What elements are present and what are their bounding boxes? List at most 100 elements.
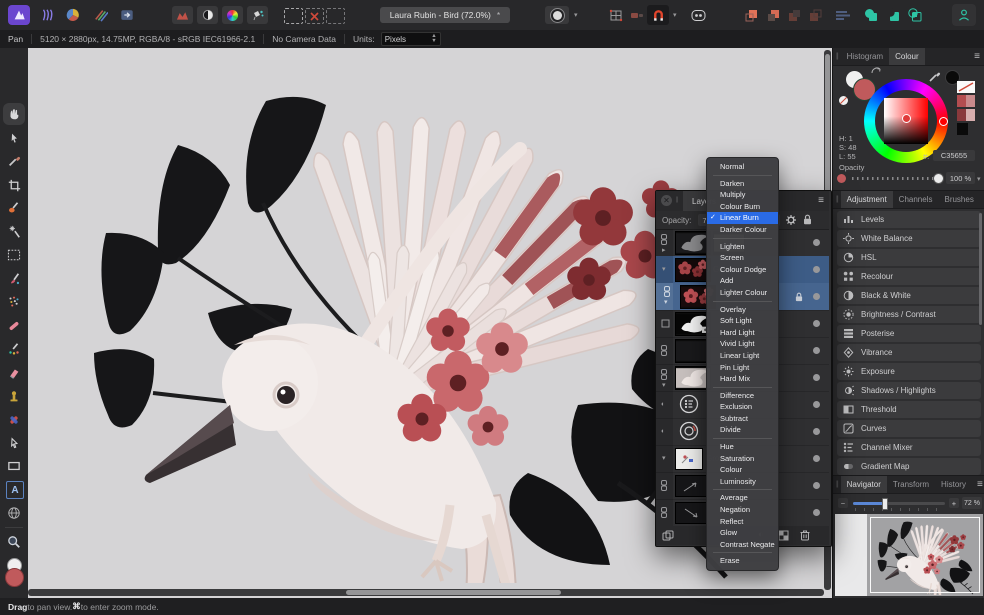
- layer-visibility-toggle[interactable]: [813, 293, 820, 300]
- adjustment-levels[interactable]: Levels: [837, 211, 981, 228]
- view-tool-icon[interactable]: [6, 106, 22, 122]
- tab-histogram[interactable]: Histogram: [841, 48, 889, 65]
- link-icon[interactable]: [660, 369, 668, 380]
- menu-item-hard-mix[interactable]: Hard Mix: [707, 373, 778, 385]
- adjustment-shadows-highlights[interactable]: Shadows / Highlights: [837, 382, 981, 399]
- adjustment-vibrance[interactable]: Vibrance: [837, 344, 981, 361]
- geometry-add-icon[interactable]: [861, 5, 881, 25]
- menu-item-lighten[interactable]: Lighten: [707, 241, 778, 253]
- layer-visibility-toggle[interactable]: [813, 266, 820, 273]
- deselect-icon[interactable]: [305, 8, 324, 24]
- opacity-slider[interactable]: [852, 177, 936, 180]
- hex-field[interactable]: C35655: [933, 150, 975, 161]
- auto-levels-icon[interactable]: [172, 6, 193, 24]
- swatch-dark-red[interactable]: [957, 109, 966, 121]
- assistant-icon[interactable]: [688, 5, 708, 25]
- tab-stock[interactable]: Stock: [980, 191, 984, 208]
- selection-marquee-icon[interactable]: [284, 8, 303, 24]
- zoom-out-button[interactable]: −: [838, 498, 848, 508]
- colour-picker-icon[interactable]: [929, 70, 941, 82]
- horizontal-scroll-thumb[interactable]: [346, 590, 561, 595]
- tab-adjustment[interactable]: Adjustment: [840, 191, 893, 208]
- tab-transform[interactable]: Transform: [887, 476, 935, 493]
- auto-white-balance-icon[interactable]: [247, 6, 268, 24]
- menu-item-difference[interactable]: Difference: [707, 390, 778, 402]
- link-icon[interactable]: [660, 507, 668, 518]
- colour-replacement-brush-tool-icon[interactable]: [6, 341, 22, 357]
- zoom-tool-icon[interactable]: [6, 534, 22, 550]
- layer-visibility-toggle[interactable]: [813, 374, 820, 381]
- link-icon[interactable]: [663, 286, 671, 297]
- pixel-tool-icon[interactable]: [6, 294, 22, 310]
- menu-item-linear-burn[interactable]: ✓ Linear Burn: [707, 212, 778, 224]
- chevron-down-icon[interactable]: ▾: [662, 266, 666, 273]
- adjustment-threshold[interactable]: Threshold: [837, 401, 981, 418]
- link-icon[interactable]: [660, 234, 668, 245]
- paint-brush-tool-icon[interactable]: [6, 271, 22, 287]
- tab-navigator[interactable]: Navigator: [840, 476, 887, 493]
- swatch-none[interactable]: [957, 81, 975, 93]
- menu-item-hue[interactable]: Hue: [707, 441, 778, 453]
- adjustment-exposure[interactable]: Exposure: [837, 363, 981, 380]
- adjustment-white-balance[interactable]: White Balance: [837, 230, 981, 247]
- auto-colours-icon[interactable]: [222, 6, 243, 24]
- export-persona-icon[interactable]: [116, 5, 138, 25]
- rectangle-tool-icon[interactable]: [6, 458, 22, 474]
- hue-marker[interactable]: [939, 117, 948, 126]
- layer-thumbnail[interactable]: [675, 502, 707, 524]
- checkbox-icon[interactable]: [661, 319, 670, 328]
- sl-marker[interactable]: [902, 114, 911, 123]
- chevron-right-icon[interactable]: ▸: [662, 247, 666, 254]
- adjustment-layer-icon[interactable]: [679, 394, 699, 414]
- menu-item-pin-light[interactable]: Pin Light: [707, 362, 778, 374]
- arrange-to-back-icon[interactable]: [806, 6, 824, 24]
- menu-item-contrast-negate[interactable]: Contrast Negate: [707, 539, 778, 551]
- link-icon[interactable]: [660, 345, 668, 356]
- zoom-in-button[interactable]: +: [949, 498, 959, 508]
- units-select[interactable]: Pixels ▲ ▼: [380, 32, 441, 46]
- delete-layer-icon[interactable]: [800, 529, 810, 541]
- panel-drag-handle[interactable]: ||: [676, 197, 678, 203]
- menu-item-luminosity[interactable]: Luminosity: [707, 476, 778, 488]
- no-colour-swatch[interactable]: [839, 96, 848, 105]
- menu-item-overlay[interactable]: Overlay: [707, 304, 778, 316]
- snapping-magnet-button[interactable]: [647, 5, 669, 25]
- menu-item-glow[interactable]: Glow: [707, 527, 778, 539]
- panel-drag-handle[interactable]: ||: [833, 53, 841, 60]
- adjustment-black-white[interactable]: Black & White: [837, 287, 981, 304]
- menu-item-subtract[interactable]: Subtract: [707, 413, 778, 425]
- document-tab[interactable]: Laura Rubin - Bird (72.0%) *: [380, 7, 510, 23]
- snapping-presets-icon[interactable]: [629, 8, 645, 22]
- flood-select-tool-icon[interactable]: [6, 224, 22, 240]
- arrange-to-front-icon[interactable]: [742, 6, 760, 24]
- layer-visibility-toggle[interactable]: [813, 455, 820, 462]
- clone-stamp-tool-icon[interactable]: [6, 388, 22, 404]
- horizontal-scrollbar[interactable]: [28, 589, 824, 596]
- adjustment-layer-icon[interactable]: [679, 421, 699, 441]
- opacity-value[interactable]: 100 %: [946, 172, 975, 184]
- node-tool-icon[interactable]: [6, 435, 22, 451]
- move-tool-icon[interactable]: [6, 130, 22, 146]
- swatch-rose[interactable]: [966, 95, 975, 107]
- rotate-grid-icon[interactable]: [607, 6, 625, 24]
- view-mode-button[interactable]: [545, 6, 569, 24]
- menu-item-saturation[interactable]: Saturation: [707, 453, 778, 465]
- menu-item-normal[interactable]: Normal: [707, 161, 778, 173]
- auto-contrast-icon[interactable]: [197, 6, 218, 24]
- selection-brush-tool-icon[interactable]: [6, 200, 22, 216]
- panel-drag-handle[interactable]: ||: [833, 481, 841, 488]
- liquify-persona-icon[interactable]: [36, 5, 58, 25]
- layer-visibility-toggle[interactable]: [813, 239, 820, 246]
- develop-persona-icon[interactable]: [62, 5, 84, 25]
- layer-thumbnail[interactable]: [675, 448, 703, 470]
- panel-menu-icon[interactable]: ≡: [969, 51, 984, 62]
- menu-item-darken[interactable]: Darken: [707, 178, 778, 190]
- account-icon[interactable]: [952, 4, 976, 26]
- marquee-select-tool-icon[interactable]: [6, 247, 22, 263]
- menu-item-darker-colour[interactable]: Darker Colour: [707, 224, 778, 236]
- geometry-subtract-icon[interactable]: [883, 5, 903, 25]
- chevron-down-icon[interactable]: ▾: [662, 382, 666, 389]
- menu-item-divide[interactable]: Divide: [707, 424, 778, 436]
- chevron-down-icon[interactable]: ▾: [662, 455, 666, 462]
- menu-item-colour-dodge[interactable]: Colour Dodge: [707, 264, 778, 276]
